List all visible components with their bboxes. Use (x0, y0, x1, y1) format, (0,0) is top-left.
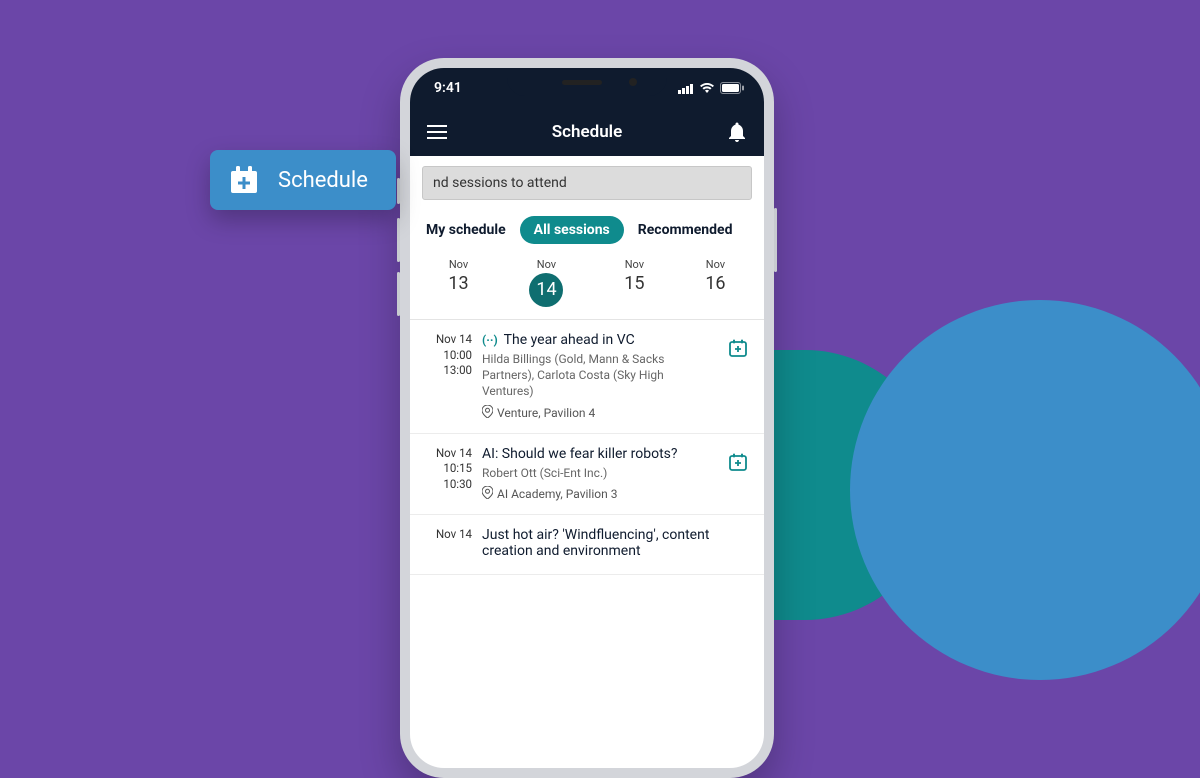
session-location: AI Academy, Pavilion 3 (497, 487, 617, 501)
session-title: Just hot air? 'Windfluencing', content c… (482, 527, 750, 559)
live-icon: (··) (482, 333, 498, 347)
page-title: Schedule (552, 122, 623, 142)
decorative-circle (850, 300, 1200, 680)
date-day: 16 (705, 273, 725, 294)
session-item[interactable]: Nov 14 10:00 13:00 (··) The year ahead i… (410, 320, 764, 434)
search-input[interactable]: nd sessions to attend (422, 166, 752, 200)
session-date: Nov 14 (424, 527, 472, 543)
battery-icon (720, 82, 744, 94)
app-bar: Schedule (410, 108, 764, 156)
phone-frame: 9:41 Schedule nd sessions to attend (400, 58, 774, 778)
date-day: 14 (529, 273, 563, 307)
phone-side-button (774, 208, 777, 272)
tab-all-sessions[interactable]: All sessions (520, 216, 624, 244)
session-time: Nov 14 (424, 527, 472, 562)
session-item[interactable]: Nov 14 10:15 10:30 AI: Should we fear ki… (410, 434, 764, 515)
session-date: Nov 14 (424, 332, 472, 348)
session-title: The year ahead in VC (504, 332, 635, 348)
date-month: Nov (705, 258, 725, 271)
notifications-icon[interactable] (726, 121, 748, 143)
session-time: Nov 14 10:00 13:00 (424, 332, 472, 421)
session-speakers: Robert Ott (Sci-Ent Inc.) (482, 465, 716, 481)
schedule-tabs: My schedule All sessions Recommended (410, 210, 764, 252)
status-time: 9:41 (434, 80, 462, 96)
phone-side-button (397, 178, 400, 204)
location-icon (482, 405, 493, 421)
add-to-calendar-icon[interactable] (728, 338, 748, 362)
schedule-chip-label: Schedule (278, 168, 368, 193)
calendar-add-icon (226, 162, 262, 198)
session-time: Nov 14 10:15 10:30 (424, 446, 472, 502)
add-to-calendar-icon[interactable] (728, 452, 748, 476)
date-day: 13 (448, 273, 468, 294)
session-speakers: Hilda Billings (Gold, Mann & Sacks Partn… (482, 351, 716, 400)
session-start: 10:15 (424, 461, 472, 477)
phone-notch (507, 68, 667, 96)
date-option[interactable]: Nov 13 (448, 258, 468, 307)
session-item[interactable]: Nov 14 Just hot air? 'Windfluencing', co… (410, 515, 764, 575)
session-date: Nov 14 (424, 446, 472, 462)
session-title: AI: Should we fear killer robots? (482, 446, 678, 462)
session-start: 10:00 (424, 348, 472, 364)
phone-side-button (397, 218, 400, 262)
date-month: Nov (529, 258, 563, 271)
location-icon (482, 486, 493, 502)
search-placeholder: nd sessions to attend (433, 175, 567, 191)
session-end: 10:30 (424, 477, 472, 493)
date-month: Nov (448, 258, 468, 271)
tab-my-schedule[interactable]: My schedule (426, 222, 506, 238)
date-picker-row: Nov 13 Nov 14 Nov 15 Nov 16 (410, 252, 764, 320)
wifi-icon (699, 82, 715, 94)
session-end: 13:00 (424, 363, 472, 379)
date-option[interactable]: Nov 16 (705, 258, 725, 307)
date-day: 15 (624, 273, 644, 294)
signal-icon (678, 83, 694, 94)
session-location: Venture, Pavilion 4 (497, 406, 595, 420)
schedule-chip[interactable]: Schedule (210, 150, 396, 210)
tab-recommended[interactable]: Recommended (638, 222, 733, 238)
menu-icon[interactable] (426, 121, 448, 143)
date-month: Nov (624, 258, 644, 271)
phone-screen: 9:41 Schedule nd sessions to attend (410, 68, 764, 768)
date-option[interactable]: Nov 15 (624, 258, 644, 307)
phone-side-button (397, 272, 400, 316)
date-option-active[interactable]: Nov 14 (529, 258, 563, 307)
